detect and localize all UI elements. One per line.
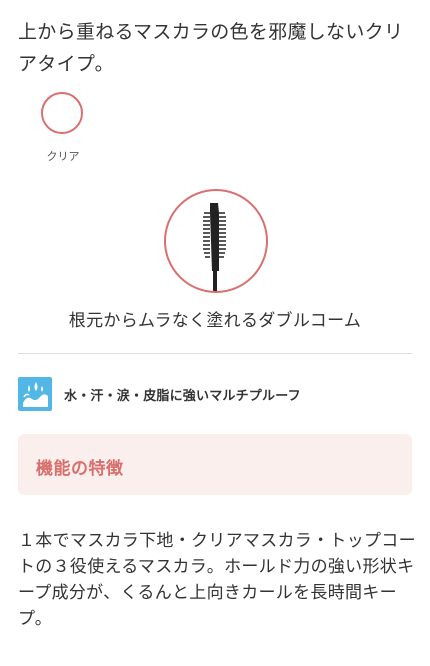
section-title: 機能の特徴 [36, 459, 124, 479]
function-description-text: １本でマスカラ下地・クリアマスカラ・トップコートの３役使えるマスカラ。ホールド力… [18, 531, 416, 629]
mascara-brush-image [164, 189, 268, 293]
section-header: 機能の特徴 [18, 434, 412, 495]
product-description-text: 上から重ねるマスカラの色を邪魔しないクリアタイプ。 [18, 21, 404, 75]
divider [18, 353, 412, 354]
mascara-brush-icon [203, 203, 226, 291]
water-splash-icon [18, 377, 52, 411]
feature-row: 水・汗・涙・皮脂に強いマルチプルーフ [18, 377, 418, 411]
color-swatch-clear[interactable] [41, 92, 83, 134]
brush-caption: 根元からムラなく塗れるダブルコーム [68, 311, 362, 331]
color-swatch-label: クリア [46, 150, 80, 163]
feature-text: 水・汗・涙・皮脂に強いマルチプルーフ [64, 389, 301, 404]
